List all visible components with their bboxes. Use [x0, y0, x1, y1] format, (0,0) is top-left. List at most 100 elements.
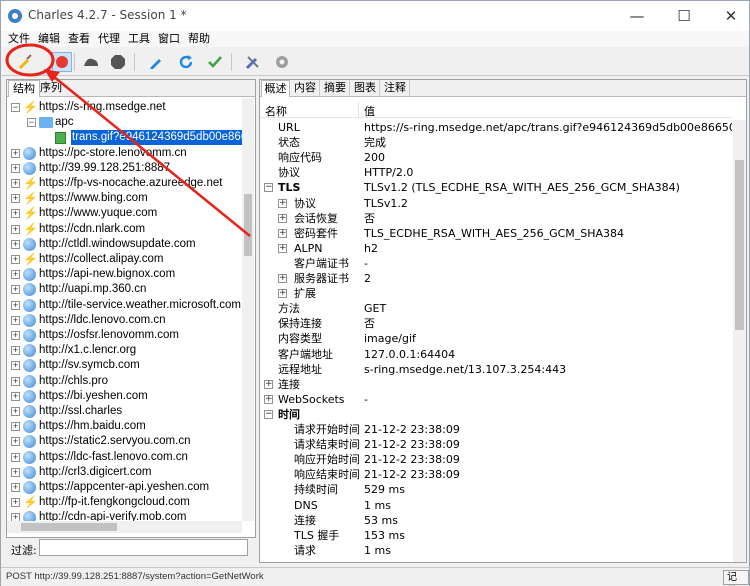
expand-icon[interactable]: +	[278, 289, 287, 299]
collapse-icon[interactable]: −	[11, 103, 20, 112]
overview-row[interactable]: 响应代码 200	[260, 150, 732, 165]
column-divider[interactable]	[358, 102, 359, 118]
overview-row[interactable]: 内容类型 image/gif	[260, 331, 732, 346]
overview-row[interactable]: 客户端地址 127.0.0.1:64404	[260, 347, 732, 362]
overview-row[interactable]: 连接 53 ms	[260, 513, 732, 528]
expand-icon[interactable]: +	[11, 422, 20, 432]
expand-icon[interactable]: +	[11, 467, 20, 477]
expand-icon[interactable]: +	[11, 270, 20, 280]
expand-icon[interactable]: +	[11, 437, 20, 447]
expand-icon[interactable]: +	[278, 213, 287, 223]
detail-vertical-scrollbar[interactable]	[733, 120, 746, 562]
expand-icon[interactable]: +	[11, 179, 20, 188]
overview-row[interactable]: 请求结束时间 21-12-2 23:38:09	[260, 437, 732, 452]
overview-row[interactable]: + 密码套件 TLS_ECDHE_RSA_WITH_AES_256_GCM_SHA3…	[260, 226, 732, 241]
expand-icon[interactable]: +	[11, 513, 20, 521]
expand-icon[interactable]: +	[11, 407, 20, 416]
overview-row[interactable]: − 时间	[260, 407, 732, 422]
overview-row[interactable]: 状态 完成	[260, 135, 732, 150]
expand-icon[interactable]: +	[11, 224, 20, 234]
overview-row[interactable]: 响应开始时间 21-12-2 23:38:09	[260, 452, 732, 467]
overview-row[interactable]: TLS 握手 153 ms	[260, 528, 732, 543]
tree-vertical-scrollbar[interactable]	[242, 98, 254, 521]
overview-row[interactable]: + 连接	[260, 377, 732, 392]
overview-row[interactable]: + WebSockets -	[260, 392, 732, 407]
expand-icon[interactable]: +	[264, 394, 273, 404]
menu-tools[interactable]: 工具	[128, 31, 150, 47]
maximize-button[interactable]: ☐	[662, 1, 706, 31]
tree-horizontal-scrollbar[interactable]	[7, 521, 242, 533]
expand-icon[interactable]: +	[11, 239, 20, 249]
overview-row[interactable]: + 扩展	[260, 286, 732, 301]
throttle-icon[interactable]	[81, 52, 101, 72]
expand-icon[interactable]: +	[11, 163, 20, 173]
menu-window[interactable]: 窗口	[158, 31, 180, 47]
column-value[interactable]: 值	[364, 103, 375, 119]
menu-view[interactable]: 查看	[68, 31, 90, 47]
expand-icon[interactable]: +	[11, 255, 20, 264]
overview-row[interactable]: 保持连接 否	[260, 316, 732, 331]
collapse-icon[interactable]: −	[264, 409, 273, 419]
expand-icon[interactable]: +	[278, 198, 287, 208]
overview-row[interactable]: 持续时间 529 ms	[260, 482, 732, 497]
expand-icon[interactable]: +	[11, 361, 20, 371]
filter-input[interactable]	[39, 539, 248, 556]
expand-icon[interactable]: +	[278, 228, 287, 238]
overview-row[interactable]: + 协议 TLSv1.2	[260, 196, 732, 211]
overview-row[interactable]: + 会话恢复 否	[260, 211, 732, 226]
overview-row[interactable]: 客户端证书 -	[260, 256, 732, 271]
expand-icon[interactable]: +	[11, 452, 20, 462]
overview-row[interactable]: 响应结束时间 21-12-2 23:38:09	[260, 467, 732, 482]
overview-row[interactable]: URL https://s-ring.msedge.net/apc/trans.g…	[260, 120, 732, 135]
settings-icon[interactable]	[272, 52, 292, 72]
overview-row[interactable]: 远程地址 s-ring.msedge.net/13.107.3.254:443	[260, 362, 732, 377]
scrollbar-thumb[interactable]	[244, 194, 252, 256]
record-status-button[interactable]: 记录	[723, 570, 749, 585]
overview-row[interactable]: DNS 1 ms	[260, 498, 732, 513]
expand-icon[interactable]: +	[11, 148, 20, 158]
overview-row[interactable]: 协议 HTTP/2.0	[260, 165, 732, 180]
tab-notes[interactable]: 注释	[381, 80, 410, 97]
tab-chart[interactable]: 图表	[351, 80, 380, 97]
scrollbar-thumb[interactable]	[735, 160, 744, 330]
expand-icon[interactable]: +	[11, 315, 20, 325]
menu-proxy[interactable]: 代理	[98, 31, 120, 47]
menu-help[interactable]: 帮助	[188, 31, 210, 47]
expand-icon[interactable]: +	[11, 346, 20, 356]
refresh-icon[interactable]	[176, 52, 196, 72]
overview-row[interactable]: − TLS TLSv1.2 (TLS_ECDHE_RSA_WITH_AES_256_…	[260, 180, 732, 195]
compose-icon[interactable]	[146, 52, 166, 72]
overview-row[interactable]: + ALPN h2	[260, 241, 732, 256]
minimize-button[interactable]: —	[615, 1, 659, 31]
expand-icon[interactable]: +	[11, 194, 20, 204]
tab-contents[interactable]: 内容	[291, 80, 320, 97]
column-name[interactable]: 名称	[265, 103, 287, 119]
expand-icon[interactable]: +	[11, 376, 20, 386]
expand-icon[interactable]: +	[11, 300, 20, 310]
expand-icon[interactable]: +	[264, 379, 273, 389]
tab-summary[interactable]: 摘要	[321, 80, 350, 97]
menu-file[interactable]: 文件	[8, 31, 30, 47]
expand-icon[interactable]: +	[11, 285, 20, 295]
tools-icon[interactable]	[243, 52, 263, 72]
overview-row[interactable]: 请求 1 ms	[260, 543, 732, 558]
expand-icon[interactable]: +	[11, 498, 20, 508]
expand-icon[interactable]: +	[11, 209, 20, 219]
check-icon[interactable]	[205, 52, 225, 72]
expand-icon[interactable]: +	[11, 391, 20, 401]
close-button[interactable]: ✕	[709, 1, 750, 31]
collapse-icon[interactable]: −	[264, 183, 273, 193]
broom-icon[interactable]	[15, 52, 35, 72]
tab-overview[interactable]: 概述	[261, 80, 290, 97]
record-icon[interactable]	[52, 52, 72, 72]
expand-icon[interactable]: +	[278, 274, 287, 283]
menu-edit[interactable]: 编辑	[38, 31, 60, 47]
tab-sequence[interactable]: 序列	[36, 80, 66, 97]
expand-icon[interactable]: +	[11, 331, 20, 340]
scrollbar-thumb[interactable]	[21, 523, 117, 531]
expand-icon[interactable]: +	[11, 483, 20, 492]
overview-row[interactable]: 方法 GET	[260, 301, 732, 316]
overview-row[interactable]: + 服务器证书 2	[260, 271, 732, 286]
expand-icon[interactable]: +	[278, 243, 287, 253]
overview-row[interactable]: 请求开始时间 21-12-2 23:38:09	[260, 422, 732, 437]
